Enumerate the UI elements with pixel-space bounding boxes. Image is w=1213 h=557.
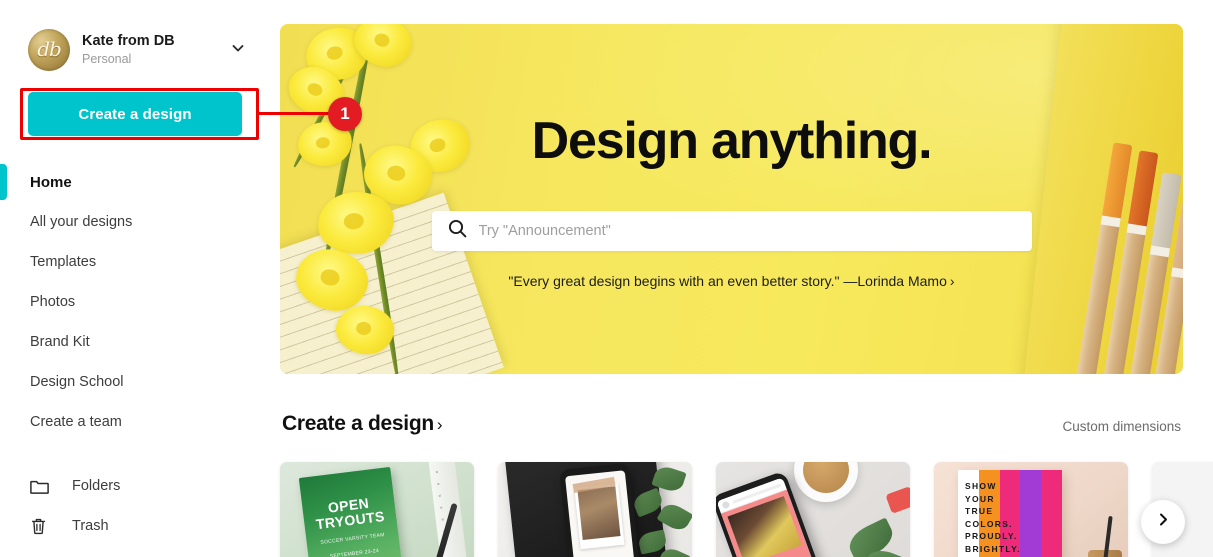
poster-line: SHOW: [965, 481, 997, 491]
ruler-decoration: [427, 462, 467, 557]
sidebar-item-folders[interactable]: Folders: [0, 466, 270, 506]
hero-quote[interactable]: "Every great design begins with an even …: [508, 273, 954, 289]
photo-content: [577, 486, 621, 540]
create-a-design-button[interactable]: Create a design: [28, 92, 242, 136]
account-plan: Personal: [82, 52, 132, 66]
sidebar-nav: Home All your designs Templates Photos B…: [0, 162, 270, 546]
poster-line: PROUDLY.: [965, 531, 1018, 541]
polaroid-photo: [574, 482, 625, 550]
search-icon: [448, 219, 467, 243]
avatar-monogram: db: [37, 37, 62, 61]
poster-line: COLORS.: [965, 518, 1013, 529]
sidebar-item-design-school[interactable]: Design School: [0, 362, 270, 402]
trash-icon: [30, 517, 60, 535]
sidebar-item-label: Create a team: [30, 414, 122, 430]
section-title-text: Create a design: [282, 412, 434, 435]
poster-line: TRUE: [965, 506, 994, 516]
phone-mockup: [559, 462, 643, 557]
sidebar-item-label: Photos: [30, 294, 76, 310]
create-design-cta-wrap: Create a design: [0, 78, 270, 136]
sidebar-item-label: Design School: [30, 374, 124, 390]
account-name: Kate from DB: [82, 33, 175, 49]
template-card-social-post[interactable]: [716, 462, 910, 557]
poster-line: BRIGHTLY.: [965, 543, 1021, 554]
search-bar[interactable]: [431, 211, 1032, 251]
hero-content: Design anything. "Every great design beg…: [280, 24, 1183, 374]
template-card-true-colors[interactable]: SHOW YOUR TRUE COLORS. PROUDLY. BRIGHTLY…: [934, 462, 1128, 557]
sidebar: db Kate from DB Personal Create a design…: [0, 0, 270, 557]
sidebar-item-trash[interactable]: Trash: [0, 506, 270, 546]
main-content: Design anything. "Every great design beg…: [270, 0, 1213, 557]
sidebar-item-home[interactable]: Home: [0, 162, 270, 202]
hero-banner: Design anything. "Every great design beg…: [280, 24, 1183, 374]
sidebar-item-label: Folders: [72, 478, 121, 494]
search-input[interactable]: [478, 223, 1016, 239]
flyer-sub2: SEPTEMBER 23-24: [329, 547, 380, 557]
custom-dimensions-link[interactable]: Custom dimensions: [1062, 419, 1181, 436]
chevron-right-icon: ›: [949, 273, 955, 289]
account-switcher[interactable]: db Kate from DB Personal: [0, 22, 270, 78]
phone-screen: [564, 470, 638, 557]
sidebar-item-label: Trash: [72, 518, 109, 534]
create-design-section-header: Create a design › Custom dimensions: [280, 412, 1183, 436]
sidebar-item-create-a-team[interactable]: Create a team: [0, 402, 270, 442]
chevron-down-icon[interactable]: [230, 40, 248, 61]
template-card-phone-notebook[interactable]: [498, 462, 692, 557]
flyer-artwork: OPEN TRYOUTS SOCCER VARSITY TEAM SEPTEMB…: [298, 466, 406, 557]
carousel-next-button[interactable]: [1141, 500, 1185, 544]
chevron-right-icon: ›: [436, 415, 443, 434]
avatar: db: [28, 29, 70, 71]
poster-artwork: SHOW YOUR TRUE COLORS. PROUDLY. BRIGHTLY…: [958, 470, 1062, 557]
template-card-open-tryouts[interactable]: OPEN TRYOUTS SOCCER VARSITY TEAM SEPTEMB…: [280, 462, 474, 557]
sidebar-item-templates[interactable]: Templates: [0, 242, 270, 282]
coffee-cup-decoration: [794, 462, 858, 502]
chevron-right-icon: [1156, 512, 1171, 532]
poster-line: YOUR: [965, 493, 995, 504]
template-card-list: OPEN TRYOUTS SOCCER VARSITY TEAM SEPTEMB…: [280, 462, 1213, 557]
leaf-decoration: [844, 517, 898, 557]
folder-icon: [30, 478, 60, 495]
sidebar-item-brand-kit[interactable]: Brand Kit: [0, 322, 270, 362]
sidebar-item-photos[interactable]: Photos: [0, 282, 270, 322]
speech-bubble-sticker: [885, 486, 910, 514]
hero-quote-text: "Every great design begins with an even …: [508, 273, 947, 289]
canva-homepage: db Kate from DB Personal Create a design…: [0, 0, 1213, 557]
poster-text: SHOW YOUR TRUE COLORS. PROUDLY. BRIGHTLY…: [958, 470, 1062, 557]
nav-divider-space: [0, 442, 270, 466]
sidebar-item-label: All your designs: [30, 214, 133, 230]
sidebar-item-label: Home: [30, 173, 72, 191]
flyer-sub1: SOCCER VARSITY TEAM: [320, 532, 386, 546]
sidebar-item-label: Brand Kit: [30, 334, 90, 350]
account-text: Kate from DB Personal: [82, 32, 224, 68]
section-title[interactable]: Create a design ›: [282, 412, 443, 436]
hero-title: Design anything.: [531, 112, 933, 170]
sidebar-item-label: Templates: [30, 254, 97, 270]
sidebar-item-all-your-designs[interactable]: All your designs: [0, 202, 270, 242]
